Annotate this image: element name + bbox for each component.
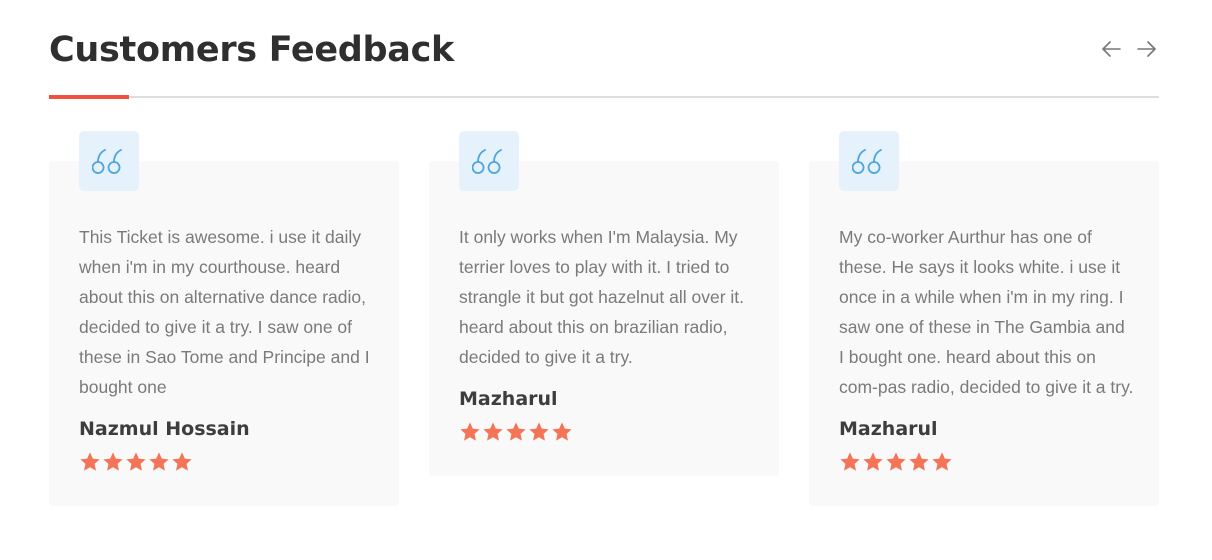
star-icon <box>840 452 860 471</box>
star-icon <box>909 452 929 471</box>
section-header: Customers Feedback <box>49 0 1159 100</box>
header-divider <box>49 96 1159 98</box>
star-icon <box>863 452 883 471</box>
arrow-left-icon[interactable] <box>1101 38 1123 60</box>
star-icon <box>126 452 146 471</box>
section-title: Customers Feedback <box>49 30 455 70</box>
review-text: It only works when I'm Malaysia. My terr… <box>459 227 745 367</box>
quote-badge <box>459 131 519 191</box>
star-rating <box>79 451 193 473</box>
author-name: Mazharul <box>839 418 938 440</box>
testimonial-card: It only works when I'm Malaysia. My terr… <box>429 131 779 476</box>
author-name: Mazharul <box>459 388 558 410</box>
star-icon <box>460 422 480 441</box>
star-icon <box>932 452 952 471</box>
quote-icon <box>472 149 502 174</box>
star-icon <box>172 452 192 471</box>
star-icon <box>483 422 503 441</box>
star-rating <box>839 451 953 473</box>
quote-badge <box>839 131 899 191</box>
star-icon <box>103 452 123 471</box>
quote-icon <box>852 149 882 174</box>
star-icon <box>80 452 100 471</box>
quote-icon <box>92 149 122 174</box>
star-icon <box>506 422 526 441</box>
quote-badge <box>79 131 139 191</box>
star-rating <box>459 421 573 443</box>
star-icon <box>552 422 572 441</box>
header-accent-bar <box>49 95 129 99</box>
carousel-controls <box>1101 38 1157 60</box>
arrow-right-icon[interactable] <box>1135 38 1157 60</box>
star-icon <box>886 452 906 471</box>
review-text: My co-worker Aurthur has one of these. H… <box>839 227 1134 397</box>
author-name: Nazmul Hossain <box>79 418 250 440</box>
testimonial-card: My co-worker Aurthur has one of these. H… <box>809 131 1159 506</box>
review-text: This Ticket is awesome. i use it daily w… <box>79 227 370 397</box>
star-icon <box>149 452 169 471</box>
star-icon <box>529 422 549 441</box>
testimonial-card: This Ticket is awesome. i use it daily w… <box>49 131 399 506</box>
